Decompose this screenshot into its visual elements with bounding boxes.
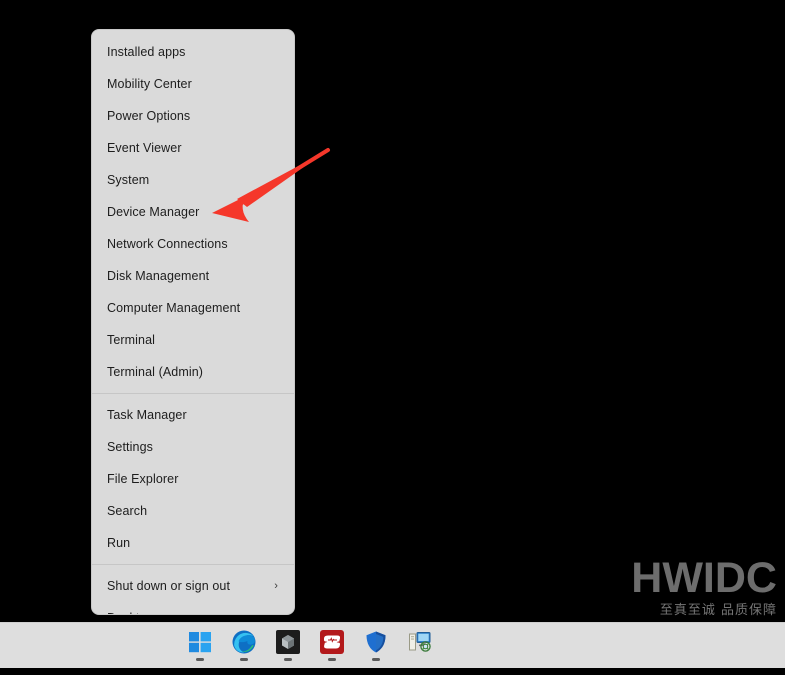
menu-item-power-options[interactable]: Power Options [92,100,294,132]
taskbar-device-manager-button[interactable] [405,629,435,665]
menu-item-label: Desktop [107,602,154,614]
device-manager-icon [408,632,431,652]
menu-item-terminal-admin[interactable]: Terminal (Admin) [92,356,294,388]
taskbar-app-button[interactable] [317,629,347,665]
menu-item-label: System [107,173,150,187]
menu-item-mobility-center[interactable]: Mobility Center [92,68,294,100]
menu-item-label: Terminal (Admin) [107,365,204,379]
menu-item-disk-management[interactable]: Disk Management [92,260,294,292]
chevron-right-icon: › [274,580,278,592]
taskbar-active-indicator [327,658,336,661]
menu-item-label: Mobility Center [107,77,192,91]
menu-item-computer-management[interactable]: Computer Management [92,292,294,324]
menu-item-label: Disk Management [107,269,210,283]
hexagon-app-icon [275,630,300,654]
menu-item-label: Power Options [107,109,191,123]
taskbar-app-button[interactable] [273,629,303,665]
menu-item-device-manager[interactable]: Device Manager [92,196,294,228]
microsoft-edge-icon [232,630,255,654]
taskbar-active-indicator [371,658,380,661]
menu-separator [92,564,294,565]
taskbar-active-indicator [195,658,204,661]
menu-item-desktop[interactable]: Desktop [92,602,294,614]
menu-item-settings[interactable]: Settings [92,431,294,463]
menu-item-label: Run [107,536,131,550]
menu-item-label: Shut down or sign out [107,579,231,593]
menu-separator [92,393,294,394]
taskbar-edge-button[interactable] [229,629,259,665]
taskbar-active-indicator [239,658,248,661]
menu-item-label: Search [107,504,148,518]
menu-item-installed-apps[interactable]: Installed apps [92,36,294,68]
menu-item-file-explorer[interactable]: File Explorer [92,463,294,495]
menu-item-system[interactable]: System [92,164,294,196]
menu-item-label: Settings [107,440,153,454]
menu-item-label: Installed apps [107,45,186,59]
taskbar-security-button[interactable] [361,629,391,665]
menu-item-network-connections[interactable]: Network Connections [92,228,294,260]
menu-item-label: Network Connections [107,237,228,251]
taskbar-active-indicator [416,658,424,661]
menu-item-terminal[interactable]: Terminal [92,324,294,356]
menu-item-label: Task Manager [107,408,187,422]
menu-item-label: File Explorer [107,472,179,486]
menu-item-task-manager[interactable]: Task Manager [92,399,294,431]
taskbar[interactable] [0,622,785,668]
menu-item-label: Computer Management [107,301,241,315]
shield-icon [366,631,385,653]
menu-item-shut-down-or-sign-out[interactable]: Shut down or sign out › [92,570,294,602]
winx-power-user-menu[interactable]: Installed apps Mobility Center Power Opt… [91,29,295,615]
watermark-title: HWIDC [631,554,777,602]
menu-item-label: Terminal [107,333,156,347]
menu-item-search[interactable]: Search [92,495,294,527]
watermark-subtitle: 至真至诚 品质保障 [659,603,777,618]
windows-logo-icon [188,632,211,653]
menu-item-label: Device Manager [107,205,200,219]
taskbar-active-indicator [283,658,292,661]
red-s-app-icon [319,630,344,654]
menu-item-label: Event Viewer [107,141,182,155]
taskbar-icon-group [185,623,435,675]
menu-item-event-viewer[interactable]: Event Viewer [92,132,294,164]
menu-item-run[interactable]: Run [92,527,294,559]
taskbar-start-button[interactable] [185,629,215,665]
watermark: HWIDC 至真至诚 品质保障 [631,555,777,620]
